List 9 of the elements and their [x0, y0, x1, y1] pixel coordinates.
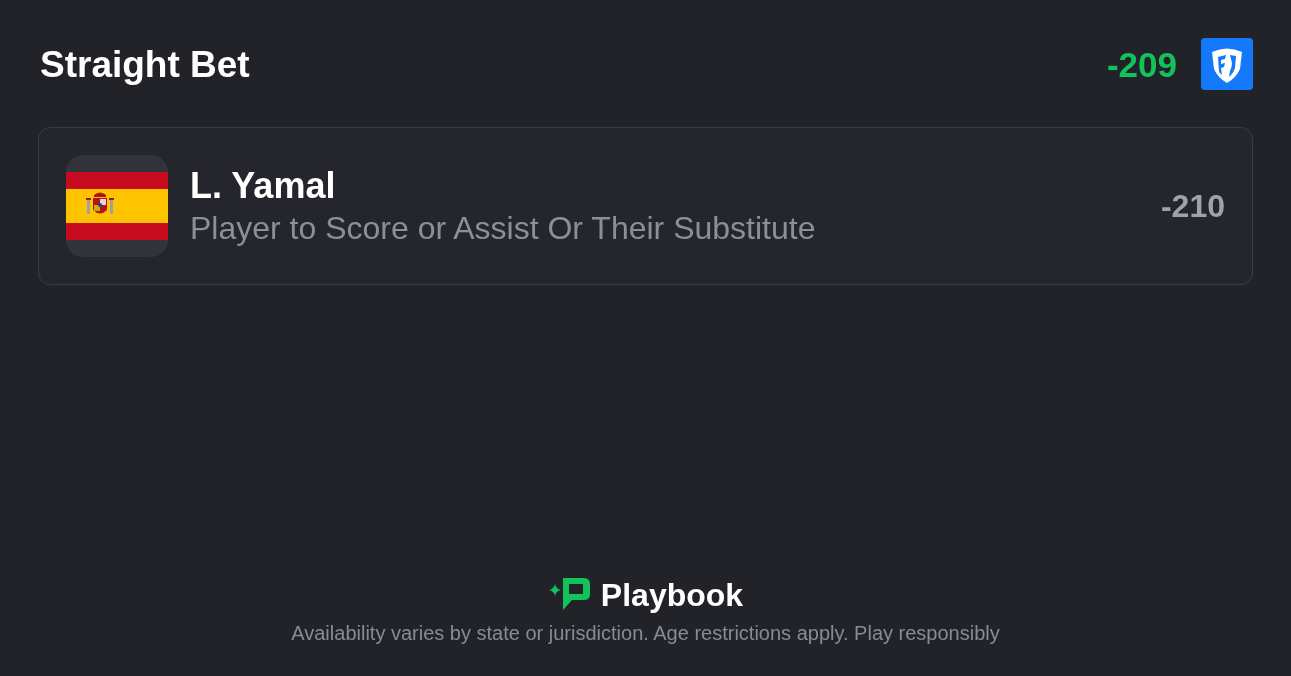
flag-icon: [66, 155, 168, 257]
page-title: Straight Bet: [39, 45, 250, 83]
disclaimer-text: Availability varies by state or jurisdiction. Age restrictions apply. Play responsibly: [291, 621, 1000, 646]
brand-name: Playbook: [600, 579, 744, 611]
player-name: L. Yamal: [190, 164, 337, 208]
odds-value: -209: [1106, 46, 1177, 82]
shield-logo-icon: [1201, 38, 1253, 90]
odds-value: -210: [1160, 190, 1225, 222]
market-name: Player to Score or Assist Or Their Substitute: [190, 209, 817, 248]
